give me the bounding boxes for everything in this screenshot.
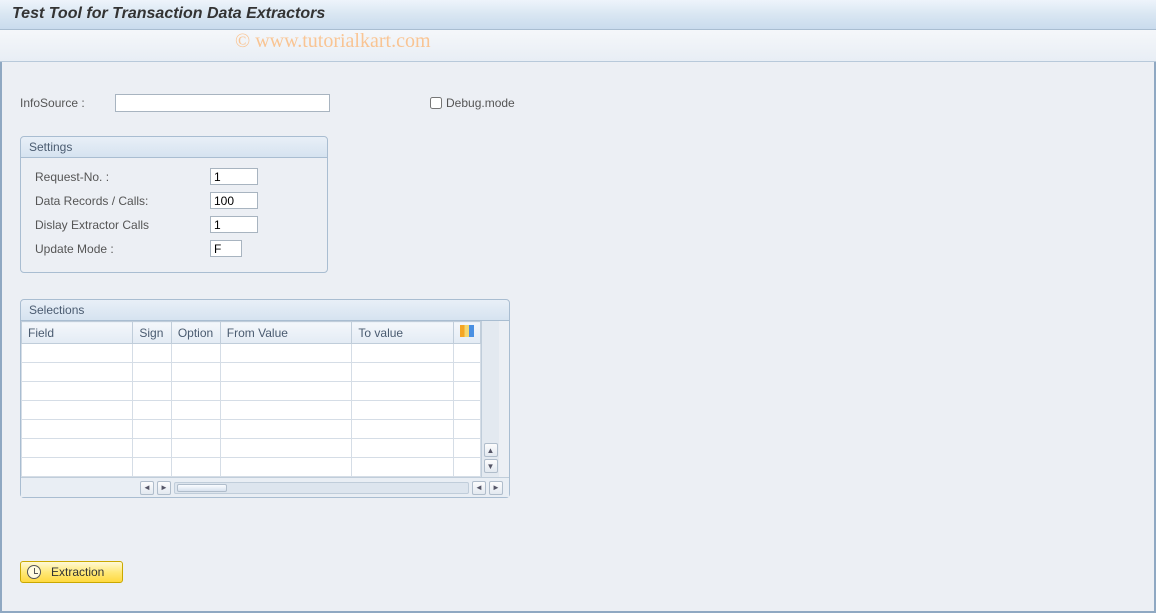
clock-icon [27,565,41,579]
table-row [22,344,481,363]
extraction-button-label: Extraction [51,565,104,579]
selections-title: Selections [21,300,509,321]
hscroll-thumb[interactable] [177,484,227,492]
col-head-sign[interactable]: Sign [133,322,171,344]
settings-title: Settings [21,137,327,158]
data-records-input[interactable] [210,192,258,209]
scroll-left2-icon[interactable]: ◄ [472,481,486,495]
scroll-right-icon[interactable]: ► [157,481,171,495]
settings-groupbox: Settings Request-No. : Data Records / Ca… [20,136,328,273]
table-row [22,401,481,420]
setting-row: Data Records / Calls: [35,190,313,211]
table-config-icon[interactable] [460,325,474,337]
page-title: Test Tool for Transaction Data Extractor… [12,5,1144,23]
debug-mode-checkbox[interactable] [430,97,442,109]
settings-body: Request-No. : Data Records / Calls: Disl… [21,158,327,272]
col-head-field[interactable]: Field [22,322,133,344]
selections-tbody [22,344,481,477]
table-row [22,382,481,401]
col-head-option[interactable]: Option [171,322,220,344]
setting-row: Request-No. : [35,166,313,187]
data-records-label: Data Records / Calls: [35,194,210,208]
debug-mode-label: Debug.mode [446,96,515,110]
scroll-right2-icon[interactable]: ► [489,481,503,495]
table-row [22,363,481,382]
table-row [22,458,481,477]
content-area: InfoSource : Debug.mode Settings Request… [0,62,1156,613]
table-row [22,420,481,439]
infosource-input[interactable] [115,94,330,112]
top-row: InfoSource : Debug.mode [20,94,1136,112]
selections-groupbox: Selections Field Sign Option From Value … [20,299,510,498]
horizontal-scrollbar[interactable]: ◄ ► ◄ ► [21,477,509,497]
request-no-input[interactable] [210,168,258,185]
table-row [22,439,481,458]
vertical-scrollbar[interactable]: ▲ ▼ [481,321,499,477]
col-head-from[interactable]: From Value [220,322,352,344]
display-extractor-input[interactable] [210,216,258,233]
selections-table: Field Sign Option From Value To value [21,321,481,477]
setting-row: Dislay Extractor Calls [35,214,313,235]
debug-mode-wrap[interactable]: Debug.mode [430,96,515,110]
display-extractor-label: Dislay Extractor Calls [35,218,210,232]
scroll-left-icon[interactable]: ◄ [140,481,154,495]
toolbar-strip [0,30,1156,62]
selections-body: Field Sign Option From Value To value [21,321,509,497]
col-head-config[interactable] [453,322,480,344]
infosource-label: InfoSource : [20,96,115,110]
hscroll-track[interactable] [174,482,469,494]
extraction-button[interactable]: Extraction [20,561,123,583]
scroll-up-icon[interactable]: ▲ [484,443,498,457]
request-no-label: Request-No. : [35,170,210,184]
scroll-down-icon[interactable]: ▼ [484,459,498,473]
title-bar: Test Tool for Transaction Data Extractor… [0,0,1156,30]
update-mode-label: Update Mode : [35,242,210,256]
col-head-to[interactable]: To value [352,322,453,344]
update-mode-input[interactable] [210,240,242,257]
setting-row: Update Mode : [35,238,313,259]
